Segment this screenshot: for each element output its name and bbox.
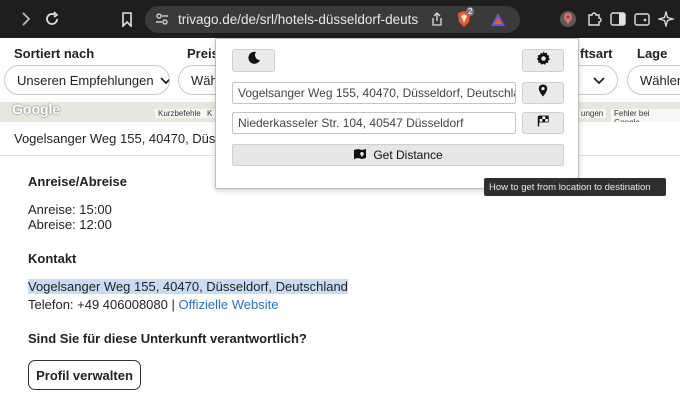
destination-input[interactable]: Niederkasseler Str. 104, 40547 Düsseldor… [232, 112, 516, 134]
brave-shields-icon[interactable]: 2 [455, 7, 475, 28]
brave-rewards-icon[interactable] [489, 10, 507, 28]
browser-toolbar: trivago.de/de/srl/hotels-düsseldorf-deut… [0, 0, 680, 38]
manage-profile-button[interactable]: Profil verwalten [28, 360, 141, 390]
distance-extension-icon[interactable] [558, 9, 578, 29]
arrival-heading: Anreise/Abreise [28, 174, 127, 189]
checkout-time: Abreise: 12:00 [28, 217, 112, 232]
distance-extension-popup: Vogelsanger Weg 155, 40470, Düsseldorf, … [215, 38, 579, 189]
bookmark-icon[interactable] [117, 9, 137, 29]
contact-address: Vogelsanger Weg 155, 40470, Düsseldorf, … [28, 279, 348, 294]
moon-icon [247, 51, 261, 70]
get-distance-button[interactable]: Get Distance [232, 144, 564, 166]
destination-button[interactable] [522, 112, 564, 134]
chevron-down-icon [159, 73, 169, 88]
official-website-link[interactable]: Offizielle Website [179, 297, 279, 312]
address-bar[interactable]: trivago.de/de/srl/hotels-düsseldorf-deut… [145, 6, 520, 33]
wallet-icon[interactable] [632, 9, 652, 29]
gear-icon [536, 50, 551, 71]
sort-label: Sortiert nach [14, 46, 95, 61]
dark-mode-button[interactable] [232, 49, 275, 72]
address-preview-text: Vogelsanger Weg 155, 40470, Düssel [14, 131, 233, 146]
chevron-down-icon [593, 73, 605, 88]
location-dropdown[interactable]: Wählen [627, 65, 680, 95]
sort-dropdown[interactable]: Unseren Empfehlungen [4, 65, 170, 95]
site-settings-icon[interactable] [153, 10, 171, 28]
map-terms[interactable]: ungen [578, 109, 607, 118]
google-logo: Google [12, 102, 61, 117]
leo-ai-icon[interactable] [656, 9, 676, 29]
map-icon [353, 148, 367, 163]
contact-phone-line: Telefon: +49 406008080 | Offizielle Webs… [28, 297, 278, 312]
responsible-question: Sind Sie für diese Unterkunft verantwort… [28, 331, 307, 346]
location-label: Lage [637, 46, 668, 61]
checkin-time: Anreise: 15:00 [28, 202, 112, 217]
forward-icon[interactable] [16, 9, 36, 29]
extensions-puzzle-icon[interactable] [584, 9, 604, 29]
map-shortcuts-tail: K [204, 109, 216, 118]
sort-value: Unseren Empfehlungen [17, 72, 154, 88]
shields-badge: 2 [466, 7, 475, 16]
use-location-button[interactable] [522, 82, 564, 104]
type-label: ftsart [580, 46, 613, 61]
contact-heading: Kontakt [28, 251, 77, 266]
share-icon[interactable] [428, 10, 446, 28]
reload-icon[interactable] [42, 9, 62, 29]
map-pin-icon [538, 84, 548, 102]
map-report-error[interactable]: Fehler bei Google [611, 109, 680, 122]
sidebar-toggle-icon[interactable] [608, 9, 628, 29]
extension-tooltip: How to get from location to destination [484, 178, 666, 196]
get-distance-label: Get Distance [373, 148, 443, 162]
phone-text: Telefon: +49 406008080 | [28, 297, 175, 312]
origin-input[interactable]: Vogelsanger Weg 155, 40470, Düsseldorf, … [232, 82, 516, 104]
checkered-flag-icon [537, 114, 549, 132]
url-text[interactable]: trivago.de/de/srl/hotels-düsseldorf-deut… [178, 12, 418, 27]
settings-button[interactable] [522, 49, 564, 72]
map-shortcuts[interactable]: Kurzbefehle [155, 109, 204, 118]
location-value: Wählen [640, 72, 680, 88]
